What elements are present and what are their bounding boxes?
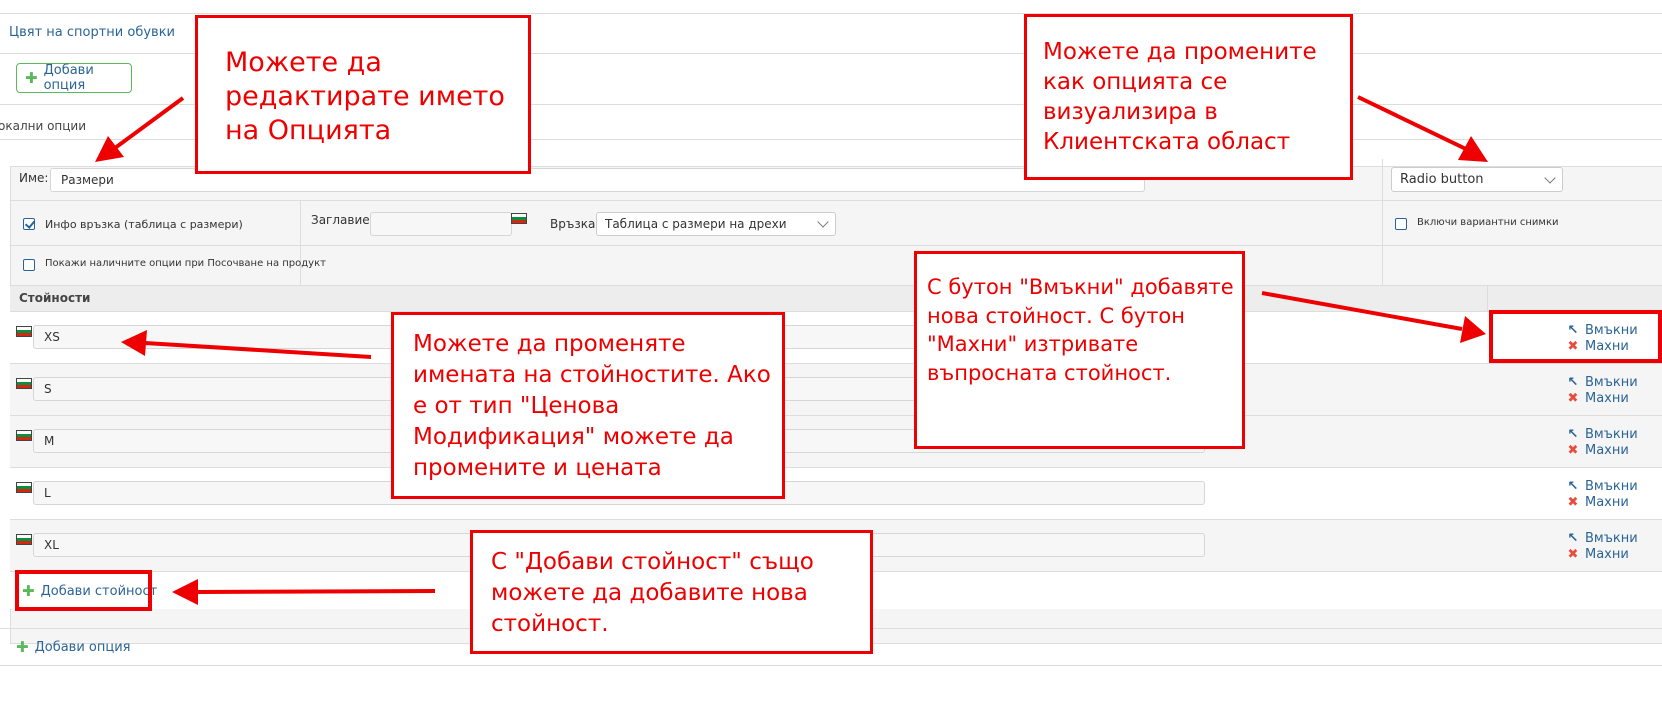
- annotation-arrows: [95, 95, 1488, 605]
